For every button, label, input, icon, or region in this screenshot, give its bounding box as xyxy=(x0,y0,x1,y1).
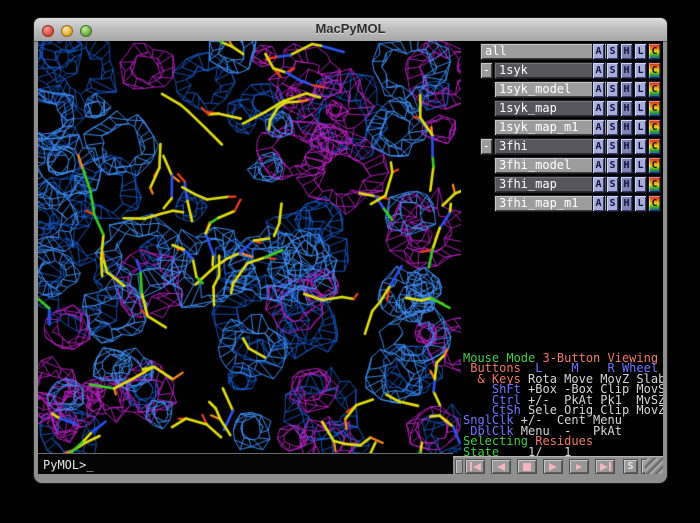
h-menu-button[interactable]: H xyxy=(620,157,633,174)
c-menu-button[interactable]: C xyxy=(648,119,661,136)
a-menu-button[interactable]: A xyxy=(592,119,605,136)
command-line[interactable]: PyMOL>_ xyxy=(38,453,453,474)
object-row: allASHLC xyxy=(461,43,663,60)
object-row: 3fhi_modelASHLC xyxy=(461,157,663,174)
l-menu-button[interactable]: L xyxy=(634,119,647,136)
object-row: 1syk_mapASHLC xyxy=(461,100,663,117)
go-to-end-icon xyxy=(600,463,608,471)
object-row: -3fhiASHLC xyxy=(461,138,663,155)
step-forward-icon xyxy=(576,464,582,470)
s-menu-button[interactable]: S xyxy=(606,81,619,98)
s-menu-button[interactable]: S xyxy=(606,157,619,174)
scene-button[interactable]: S xyxy=(623,459,638,474)
l-menu-button[interactable]: L xyxy=(634,43,647,60)
s-menu-button[interactable]: S xyxy=(606,62,619,79)
s-menu-button[interactable]: S xyxy=(606,195,619,212)
l-menu-button[interactable]: L xyxy=(634,157,647,174)
a-menu-button[interactable]: A xyxy=(592,138,605,155)
object-name-3fhi[interactable]: 3fhi xyxy=(494,138,608,155)
go-to-start-button[interactable] xyxy=(465,459,485,474)
l-menu-button[interactable]: L xyxy=(634,138,647,155)
h-menu-button[interactable]: H xyxy=(620,195,633,212)
object-name-3fhi_model[interactable]: 3fhi_model xyxy=(494,157,608,174)
step-back-icon xyxy=(497,463,505,471)
object-row: 3fhi_mapASHLC xyxy=(461,176,663,193)
window-title: MacPyMOL xyxy=(34,21,667,36)
mouse-help-panel: Mouse Mode 3-Button Viewing Buttons L M … xyxy=(463,353,663,457)
play-button[interactable] xyxy=(543,459,563,474)
c-menu-button[interactable]: C xyxy=(648,81,661,98)
play-icon xyxy=(549,463,557,471)
object-name-3fhi_map[interactable]: 3fhi_map xyxy=(494,176,608,193)
step-forward-button[interactable] xyxy=(569,459,589,474)
object-row: 1syk_map_m1ASHLC xyxy=(461,119,663,136)
stop-button[interactable] xyxy=(517,459,537,474)
window-content: allASHLC-1sykASHLC1syk_modelASHLC1syk_ma… xyxy=(38,41,663,474)
l-menu-button[interactable]: L xyxy=(634,195,647,212)
playback-bar: S xyxy=(453,456,663,474)
h-menu-button[interactable]: H xyxy=(620,43,633,60)
a-menu-button[interactable]: A xyxy=(592,43,605,60)
c-menu-button[interactable]: C xyxy=(648,43,661,60)
h-menu-button[interactable]: H xyxy=(620,138,633,155)
a-menu-button[interactable]: A xyxy=(592,62,605,79)
object-row: 1syk_modelASHLC xyxy=(461,81,663,98)
object-name-3fhi_map_m1[interactable]: 3fhi_map_m1 xyxy=(494,195,608,212)
c-menu-button[interactable]: C xyxy=(648,62,661,79)
go-to-start-icon xyxy=(470,462,472,471)
object-name-1syk[interactable]: 1syk xyxy=(494,62,608,79)
a-menu-button[interactable]: A xyxy=(592,176,605,193)
l-menu-button[interactable]: L xyxy=(634,62,647,79)
go-to-end-icon xyxy=(609,462,611,471)
s-menu-button[interactable]: S xyxy=(606,138,619,155)
s-menu-button[interactable]: S xyxy=(606,43,619,60)
collapse-toggle[interactable]: - xyxy=(480,62,493,79)
title-bar[interactable]: MacPyMOL xyxy=(34,18,667,42)
go-to-end-button[interactable] xyxy=(595,459,615,474)
object-name-1syk_map[interactable]: 1syk_map xyxy=(494,100,608,117)
macpymol-window: MacPyMOL allASHLC-1sykASHLC1syk_modelASH… xyxy=(33,17,668,484)
c-menu-button[interactable]: C xyxy=(648,157,661,174)
c-menu-button[interactable]: C xyxy=(648,195,661,212)
resize-grip-icon[interactable] xyxy=(645,458,663,474)
go-to-start-icon xyxy=(473,463,481,471)
step-back-button[interactable] xyxy=(491,459,511,474)
a-menu-button[interactable]: A xyxy=(592,81,605,98)
viewport-3d[interactable] xyxy=(38,41,461,453)
h-menu-button[interactable]: H xyxy=(620,81,633,98)
playbar-handle[interactable] xyxy=(455,459,463,474)
object-name-1syk_map_m1[interactable]: 1syk_map_m1 xyxy=(494,119,608,136)
c-menu-button[interactable]: C xyxy=(648,100,661,117)
collapse-toggle[interactable]: - xyxy=(480,138,493,155)
h-menu-button[interactable]: H xyxy=(620,119,633,136)
object-row: 3fhi_map_m1ASHLC xyxy=(461,195,663,212)
h-menu-button[interactable]: H xyxy=(620,100,633,117)
command-prompt: PyMOL>_ xyxy=(43,458,94,472)
l-menu-button[interactable]: L xyxy=(634,176,647,193)
a-menu-button[interactable]: A xyxy=(592,195,605,212)
l-menu-button[interactable]: L xyxy=(634,100,647,117)
h-menu-button[interactable]: H xyxy=(620,176,633,193)
c-menu-button[interactable]: C xyxy=(648,138,661,155)
object-row: -1sykASHLC xyxy=(461,62,663,79)
stop-icon xyxy=(523,463,531,471)
l-menu-button[interactable]: L xyxy=(634,81,647,98)
s-menu-button[interactable]: S xyxy=(606,100,619,117)
object-name-all[interactable]: all xyxy=(480,43,608,60)
s-menu-button[interactable]: S xyxy=(606,119,619,136)
screen: MacPyMOL allASHLC-1sykASHLC1syk_modelASH… xyxy=(0,0,700,523)
c-menu-button[interactable]: C xyxy=(648,176,661,193)
h-menu-button[interactable]: H xyxy=(620,62,633,79)
a-menu-button[interactable]: A xyxy=(592,157,605,174)
s-menu-button[interactable]: S xyxy=(606,176,619,193)
object-name-1syk_model[interactable]: 1syk_model xyxy=(494,81,608,98)
a-menu-button[interactable]: A xyxy=(592,100,605,117)
